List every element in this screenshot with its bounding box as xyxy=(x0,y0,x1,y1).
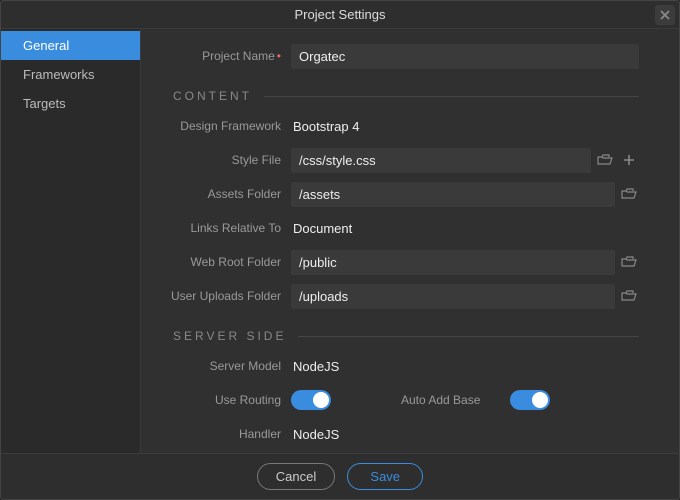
sidebar: General Frameworks Targets xyxy=(1,29,141,453)
use-routing-label: Use Routing xyxy=(151,393,291,407)
style-file-add-button[interactable] xyxy=(619,150,639,170)
server-model-select[interactable]: NodeJS xyxy=(291,355,639,378)
server-model-label: Server Model xyxy=(151,359,291,373)
style-file-browse-button[interactable] xyxy=(595,150,615,170)
links-relative-to-select[interactable]: Document xyxy=(291,217,639,240)
folder-open-icon xyxy=(597,154,613,166)
assets-folder-input[interactable] xyxy=(291,182,615,207)
use-routing-toggle[interactable] xyxy=(291,390,331,410)
folder-open-icon xyxy=(621,188,637,200)
close-button[interactable] xyxy=(655,5,675,25)
auto-add-base-toggle[interactable] xyxy=(510,390,550,410)
user-uploads-folder-input[interactable] xyxy=(291,284,615,309)
close-icon xyxy=(659,9,671,21)
web-root-folder-input[interactable] xyxy=(291,250,615,275)
toggle-knob xyxy=(532,392,548,408)
auto-add-base-label: Auto Add Base xyxy=(401,393,480,407)
project-name-input[interactable] xyxy=(291,44,639,69)
user-uploads-browse-button[interactable] xyxy=(619,286,639,306)
handler-select[interactable]: NodeJS xyxy=(291,423,639,446)
plus-icon xyxy=(623,154,635,166)
style-file-input[interactable] xyxy=(291,148,591,173)
folder-open-icon xyxy=(621,290,637,302)
sidebar-item-targets[interactable]: Targets xyxy=(1,89,140,118)
design-framework-select[interactable]: Bootstrap 4 xyxy=(291,115,639,138)
user-uploads-folder-label: User Uploads Folder xyxy=(151,289,291,303)
web-root-browse-button[interactable] xyxy=(619,252,639,272)
modal-title: Project Settings xyxy=(294,7,385,22)
folder-open-icon xyxy=(621,256,637,268)
section-header-server-side: SERVER SIDE xyxy=(151,329,639,343)
section-header-content: CONTENT xyxy=(151,89,639,103)
titlebar: Project Settings xyxy=(1,1,679,29)
save-button[interactable]: Save xyxy=(347,463,423,490)
design-framework-label: Design Framework xyxy=(151,119,291,133)
links-relative-to-label: Links Relative To xyxy=(151,221,291,235)
footer: Cancel Save xyxy=(1,453,679,499)
settings-panel: Project Name• CONTENT Design Framework B… xyxy=(141,29,679,453)
toggle-knob xyxy=(313,392,329,408)
project-settings-modal: Project Settings General Frameworks Targ… xyxy=(0,0,680,500)
assets-folder-label: Assets Folder xyxy=(151,187,291,201)
style-file-label: Style File xyxy=(151,153,291,167)
assets-folder-browse-button[interactable] xyxy=(619,184,639,204)
sidebar-item-general[interactable]: General xyxy=(1,31,140,60)
sidebar-item-frameworks[interactable]: Frameworks xyxy=(1,60,140,89)
cancel-button[interactable]: Cancel xyxy=(257,463,335,490)
handler-label: Handler xyxy=(151,427,291,441)
web-root-folder-label: Web Root Folder xyxy=(151,255,291,269)
project-name-label: Project Name• xyxy=(151,49,291,63)
